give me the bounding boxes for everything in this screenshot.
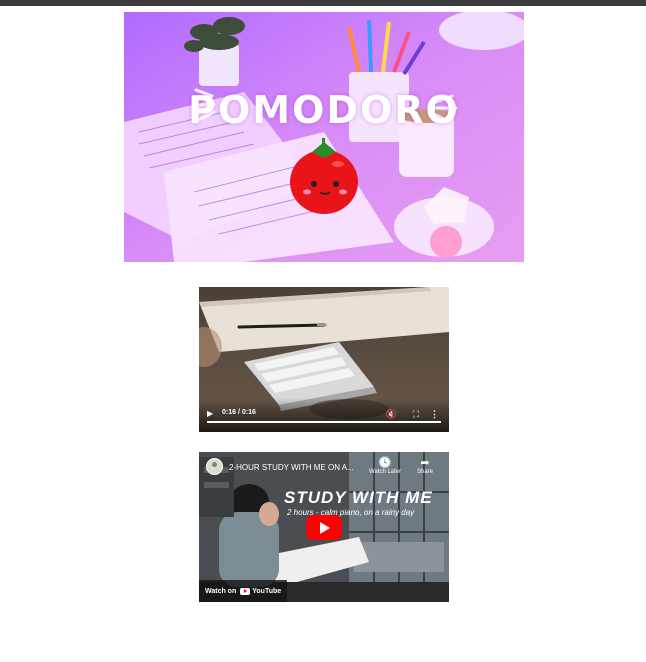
thumbnail-subheading: 2 hours - calm piano, on a rainy day xyxy=(287,508,415,517)
youtube-logo-icon: YouTube xyxy=(240,587,282,595)
video-progress-bar[interactable] xyxy=(207,421,441,423)
play-icon[interactable]: ▶ xyxy=(207,409,213,419)
youtube-embed[interactable]: 2-HOUR STUDY WITH ME ON A... 🕓 Watch Lat… xyxy=(199,452,449,602)
youtube-brand-text: YouTube xyxy=(252,587,282,595)
clock-icon: 🕓 xyxy=(378,457,392,469)
watch-on-youtube-link[interactable]: Watch on YouTube xyxy=(199,580,288,602)
youtube-video-title[interactable]: 2-HOUR STUDY WITH ME ON A... xyxy=(229,463,354,472)
fullscreen-icon[interactable]: ⛶ xyxy=(413,409,419,419)
channel-avatar[interactable] xyxy=(206,458,223,475)
watch-later-label: Watch Later xyxy=(369,469,402,475)
youtube-play-button[interactable] xyxy=(306,515,342,540)
share-button[interactable]: ➦ Share xyxy=(417,457,433,475)
top-browser-bar xyxy=(0,0,646,6)
volume-muted-icon[interactable]: 🔇 xyxy=(386,409,397,419)
watch-on-label: Watch on xyxy=(205,587,237,595)
pomodoro-banner-image: POMODORO xyxy=(124,12,524,262)
watch-later-button[interactable]: 🕓 Watch Later xyxy=(369,457,401,475)
share-label: Share xyxy=(417,469,434,475)
share-arrow-icon: ➦ xyxy=(420,457,430,469)
video-time: 0:16 / 0:16 xyxy=(222,409,256,416)
more-vert-icon[interactable]: ⋮ xyxy=(430,409,439,419)
video-player[interactable]: ▶ 0:16 / 0:16 🔇 ⛶ ⋮ xyxy=(199,287,449,432)
banner-title: POMODORO xyxy=(188,88,460,132)
thumbnail-heading: STUDY WITH ME xyxy=(284,488,433,507)
banner-illustration xyxy=(124,12,524,262)
video-controls: ▶ 0:16 / 0:16 🔇 ⛶ ⋮ xyxy=(199,398,449,432)
